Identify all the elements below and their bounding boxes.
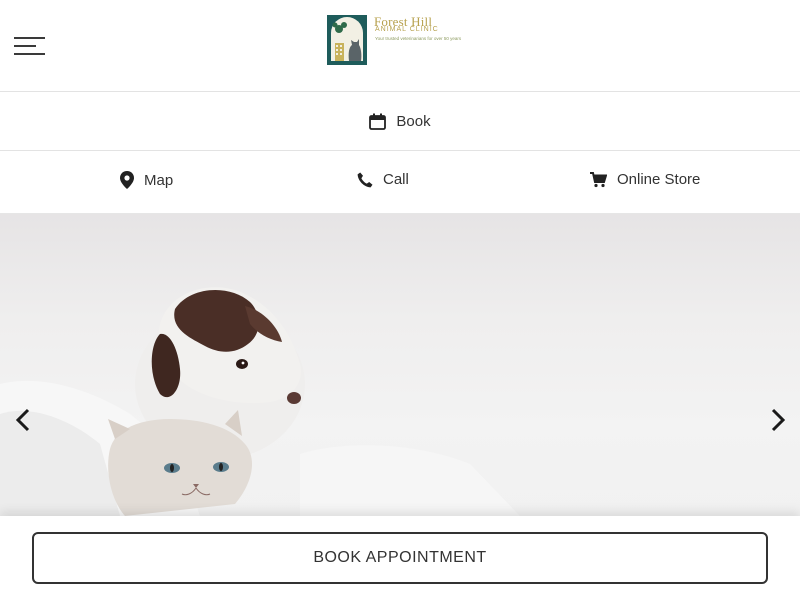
menu-line	[14, 53, 45, 55]
menu-line	[14, 37, 45, 39]
book-label: Book	[396, 112, 431, 130]
hero-slider	[0, 214, 800, 516]
logo-tagline: Your trusted veterinarians for over 50 y…	[375, 36, 462, 41]
cta-bar: BOOK APPOINTMENT	[0, 516, 800, 600]
menu-button[interactable]	[14, 33, 46, 59]
map-label: Map	[144, 171, 174, 189]
logo-emblem-icon	[327, 15, 367, 65]
calendar-icon	[369, 113, 387, 130]
map-pin-icon	[120, 171, 134, 189]
chevron-right-icon[interactable]	[765, 408, 789, 432]
call-link[interactable]: Call	[357, 171, 409, 188]
menu-line	[14, 45, 36, 47]
online-store-label: Online Store	[617, 171, 701, 188]
clinic-logo[interactable]: Forest Hill ANIMAL CLINIC Your trusted v…	[327, 14, 475, 67]
call-label: Call	[383, 171, 409, 188]
hero-puppy-kitten-image	[0, 287, 520, 516]
chevron-left-icon[interactable]	[12, 408, 36, 432]
map-link[interactable]: Map	[120, 171, 173, 189]
logo-subtitle: ANIMAL CLINIC	[375, 26, 439, 33]
book-appointment-button[interactable]: BOOK APPOINTMENT	[32, 532, 768, 584]
book-bar: Book	[0, 92, 800, 151]
shopping-cart-icon	[590, 171, 607, 187]
phone-icon	[357, 172, 373, 187]
site-header: Forest Hill ANIMAL CLINIC Your trusted v…	[0, 0, 800, 92]
online-store-link[interactable]: Online Store	[590, 171, 700, 188]
quick-links-bar: Map Call Online Store	[0, 151, 800, 214]
book-link[interactable]: Book	[369, 112, 431, 130]
